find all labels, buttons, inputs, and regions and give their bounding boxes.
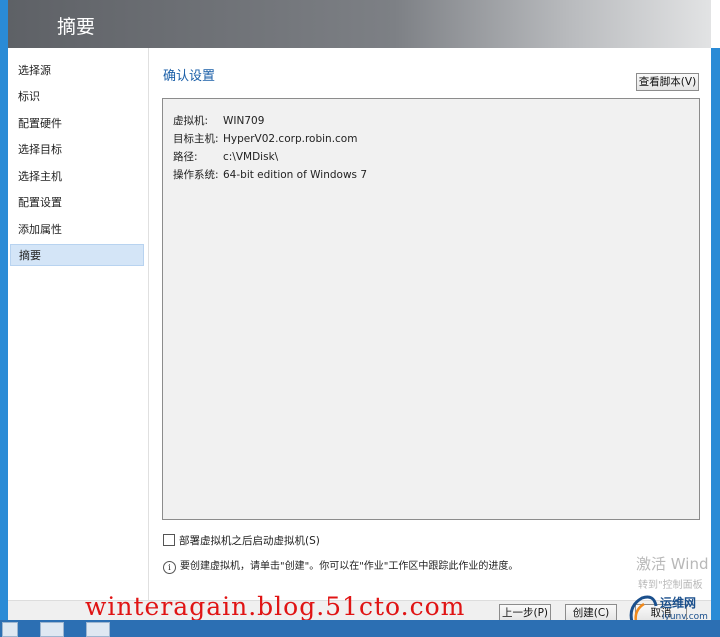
summary-value: WIN709 [223,115,265,127]
summary-label: 路径: [173,151,198,163]
info-icon: i [163,561,176,574]
summary-row-vm: 虚拟机: WIN709 [173,113,264,128]
nav-item-select-host[interactable]: 选择主机 [10,166,144,188]
right-accent-strip [711,48,720,620]
page-title: 摘要 [57,16,96,38]
main-content: 确认设置 查看脚本(V) 虚拟机: WIN709 目标主机: HyperV02.co… [149,48,711,600]
activate-windows-hint: 转到"控制面板 [638,580,703,591]
powershell-icon[interactable] [86,622,110,637]
start-vm-label: 部署虚拟机之后启动虚拟机(S) [179,535,320,547]
section-title: 确认设置 [163,69,216,84]
nav-item-configure-settings[interactable]: 配置设置 [10,192,144,214]
left-accent-strip [0,0,8,620]
start-icon[interactable] [2,622,18,637]
nav-item-select-source[interactable]: 选择源 [10,60,144,82]
blog-watermark: winteragain.blog.51cto.com [85,592,466,621]
taskbar [0,620,720,637]
activate-windows-title: 激活 Wind [636,555,709,573]
summary-row-path: 路径: c:\VMDisk\ [173,149,278,164]
start-vm-checkbox[interactable] [163,534,175,546]
nav-item-summary[interactable]: 摘要 [10,244,144,266]
summary-label: 目标主机: [173,133,219,145]
summary-value: 64-bit edition of Windows 7 [223,169,368,181]
wizard-nav: 选择源 标识 配置硬件 选择目标 选择主机 配置设置 添加属性 摘要 [8,48,149,600]
wizard-dialog: 选择源 标识 配置硬件 选择目标 选择主机 配置设置 添加属性 摘要 确认设置 … [8,48,711,622]
summary-row-os: 操作系统: 64-bit edition of Windows 7 [173,167,367,182]
start-vm-option[interactable]: 部署虚拟机之后启动虚拟机(S) [163,533,320,548]
summary-row-host: 目标主机: HyperV02.corp.robin.com [173,131,357,146]
info-text: 要创建虚拟机，请单击"创建"。你可以在"作业"工作区中跟踪此作业的进度。 [180,561,519,572]
nav-item-select-destination[interactable]: 选择目标 [10,139,144,161]
summary-label: 虚拟机: [173,115,209,127]
nav-item-add-properties[interactable]: 添加属性 [10,219,144,241]
summary-label: 操作系统: [173,169,219,181]
dialog-header: 摘要 [8,0,711,48]
logo-text: 运维网 [660,596,697,610]
nav-item-identity[interactable]: 标识 [10,86,144,108]
view-script-button[interactable]: 查看脚本(V) [636,73,699,91]
info-message: i 要创建虚拟机，请单击"创建"。你可以在"作业"工作区中跟踪此作业的进度。 [163,557,518,574]
server-manager-icon[interactable] [40,622,64,637]
summary-value: c:\VMDisk\ [223,151,279,163]
summary-box: 虚拟机: WIN709 目标主机: HyperV02.corp.robin.com … [162,98,700,520]
summary-value: HyperV02.corp.robin.com [223,133,358,145]
nav-item-configure-hardware[interactable]: 配置硬件 [10,113,144,135]
